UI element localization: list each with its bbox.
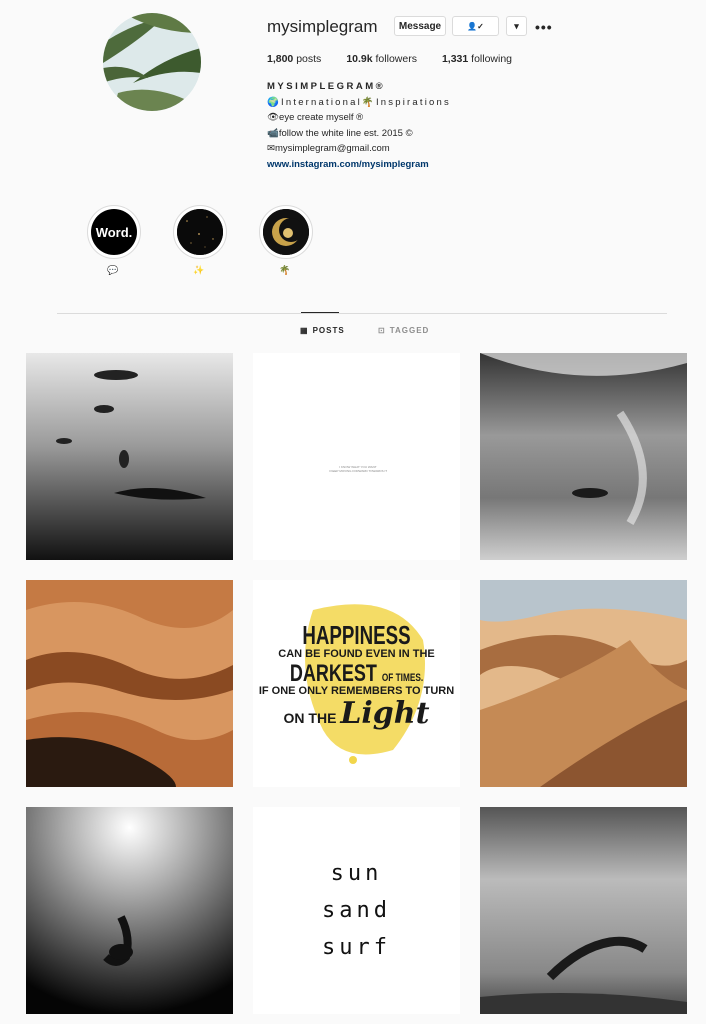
following-stat[interactable]: 1,331 following bbox=[442, 53, 512, 65]
quote-text: HAPPINESS CAN BE FOUND EVEN IN THE DARKE… bbox=[258, 620, 455, 731]
active-tab-indicator bbox=[301, 312, 339, 313]
story-highlight[interactable]: ✨ bbox=[173, 205, 227, 276]
followers-stat[interactable]: 10.9k followers bbox=[346, 53, 417, 65]
post-thumbnail[interactable] bbox=[480, 353, 687, 560]
tab-tagged[interactable]: ⊡ TAGGED bbox=[378, 326, 429, 335]
bio-line: 👁eye create myself ® bbox=[267, 112, 364, 123]
posts-stat: 1,800 posts bbox=[267, 53, 322, 65]
profile-bio: MYSIMPLEGRAM® 🌍International🌴Inspiration… bbox=[267, 79, 451, 172]
post-thumbnail[interactable] bbox=[26, 580, 233, 787]
highlight-cover bbox=[177, 209, 223, 255]
highlight-label: 💬 bbox=[107, 265, 119, 275]
post-thumbnail[interactable] bbox=[26, 353, 233, 560]
bio-link[interactable]: www.instagram.com/mysimplegram bbox=[267, 159, 429, 170]
post-thumbnail[interactable]: HAPPINESS CAN BE FOUND EVEN IN THE DARKE… bbox=[253, 580, 460, 787]
profile-username: mysimplegram bbox=[267, 17, 378, 36]
quote-text: sun sand surf bbox=[322, 861, 391, 960]
suggested-dropdown-button[interactable]: ▾ bbox=[506, 16, 527, 36]
bio-line: 🌍International🌴Inspirations bbox=[267, 96, 451, 108]
post-thumbnail[interactable] bbox=[26, 807, 233, 1014]
bio-email: ✉mysimplegram@gmail.com bbox=[267, 143, 390, 154]
highlight-cover bbox=[263, 209, 309, 255]
profile-stats: 1,800 posts 10.9k followers 1,331 follow… bbox=[267, 53, 512, 65]
post-thumbnail[interactable] bbox=[480, 580, 687, 787]
more-options-icon[interactable]: ••• bbox=[535, 19, 553, 35]
story-highlight[interactable]: 🌴 bbox=[259, 205, 313, 276]
highlight-label: ✨ bbox=[193, 265, 205, 275]
grid-icon: ▦ bbox=[300, 326, 309, 335]
tag-icon: ⊡ bbox=[378, 326, 386, 335]
story-highlight[interactable]: Word. 💬 bbox=[87, 205, 141, 276]
tab-posts[interactable]: ▦ POSTS bbox=[300, 326, 345, 335]
highlight-cover: Word. bbox=[91, 209, 137, 255]
bio-line: 📹follow the white line est. 2015 © bbox=[267, 127, 413, 139]
profile-avatar[interactable] bbox=[103, 13, 201, 111]
tabs-divider bbox=[57, 313, 667, 314]
highlight-label: 🌴 bbox=[279, 265, 291, 275]
following-button[interactable]: 👤✓ bbox=[452, 16, 499, 36]
message-button[interactable]: Message bbox=[394, 16, 446, 36]
bio-name: MYSIMPLEGRAM® bbox=[267, 81, 386, 92]
post-thumbnail[interactable] bbox=[480, 807, 687, 1014]
quote-text: I KNOW WHAT YOU WANT I KEEP MOVING FORWA… bbox=[328, 465, 388, 473]
post-thumbnail[interactable]: I KNOW WHAT YOU WANT I KEEP MOVING FORWA… bbox=[253, 353, 460, 560]
user-check-icon: 👤✓ bbox=[467, 21, 484, 31]
post-thumbnail[interactable]: sun sand surf bbox=[253, 807, 460, 1014]
chevron-down-icon: ▾ bbox=[514, 20, 519, 31]
